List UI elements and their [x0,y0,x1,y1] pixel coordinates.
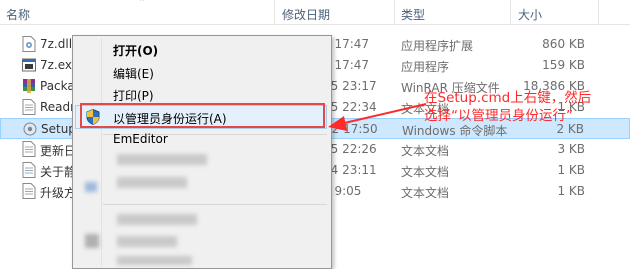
exe-file-icon [22,58,36,72]
file-size: 860 KB [542,37,585,51]
annotation-line-2: 选择“以管理员身份运行” [424,108,573,124]
menu-item-emeditor[interactable]: EmEditor [113,132,168,146]
text-file-icon [22,162,36,178]
column-divider[interactable] [598,0,599,24]
file-type: 文本文档 [401,186,450,200]
sort-arrow-icon: ⌃ [138,0,146,8]
file-name: 升级方 [40,186,77,200]
column-type-header[interactable]: 类型 [401,6,425,23]
dll-file-icon [22,36,36,52]
text-file-icon [22,183,36,199]
menu-item-obscured[interactable] [117,256,192,265]
menu-item-open[interactable]: 打开(O) [113,42,158,59]
column-divider[interactable] [510,0,511,24]
file-type: 应用程序扩展 [401,39,474,53]
file-type: 应用程序 [401,60,450,74]
annotation-line-1: 在Setup.cmd上右键，然后 [424,90,592,106]
highlight-box [80,103,325,128]
file-size: 1 KB [557,184,585,198]
file-name: 7z.dll [40,37,73,51]
file-size: 159 KB [542,58,585,72]
column-date-header[interactable]: 修改日期 [282,6,330,23]
menu-separator [103,204,327,205]
file-size: 1 KB [557,163,585,177]
column-divider[interactable] [394,0,395,24]
menu-item-print[interactable]: 打印(P) [113,87,154,104]
menu-icon-obscured [85,234,99,248]
annotation-text: 在Setup.cmd上右键，然后 选择“以管理员身份运行” [424,89,591,125]
file-size: 3 KB [557,142,585,156]
context-menu: 打开(O) 编辑(E) 打印(P) 以管理员身份运行(A) EmEditor [72,35,332,269]
menu-item-obscured[interactable] [117,177,187,188]
menu-item-obscured[interactable] [117,214,197,225]
menu-gutter [101,38,102,266]
column-name-header[interactable]: 名称 [6,6,30,23]
menu-item-obscured[interactable] [117,154,207,165]
text-file-icon [22,141,36,157]
file-type: 文本文档 [401,165,450,179]
column-divider[interactable] [274,0,275,24]
column-header-bar: ⌃ 名称 修改日期 类型 大小 [0,0,630,25]
archive-file-icon [23,79,35,93]
column-size-header[interactable]: 大小 [518,6,542,23]
menu-item-obscured[interactable] [117,236,177,247]
text-file-icon [22,99,36,115]
annotation-arrow-icon [328,103,427,131]
file-name: 关于静 [40,165,77,179]
menu-icon-obscured [85,182,97,192]
file-type: 文本文档 [401,144,450,158]
cmd-file-icon [23,122,37,136]
file-name: 更新日 [40,144,77,158]
menu-item-edit[interactable]: 编辑(E) [113,65,154,82]
